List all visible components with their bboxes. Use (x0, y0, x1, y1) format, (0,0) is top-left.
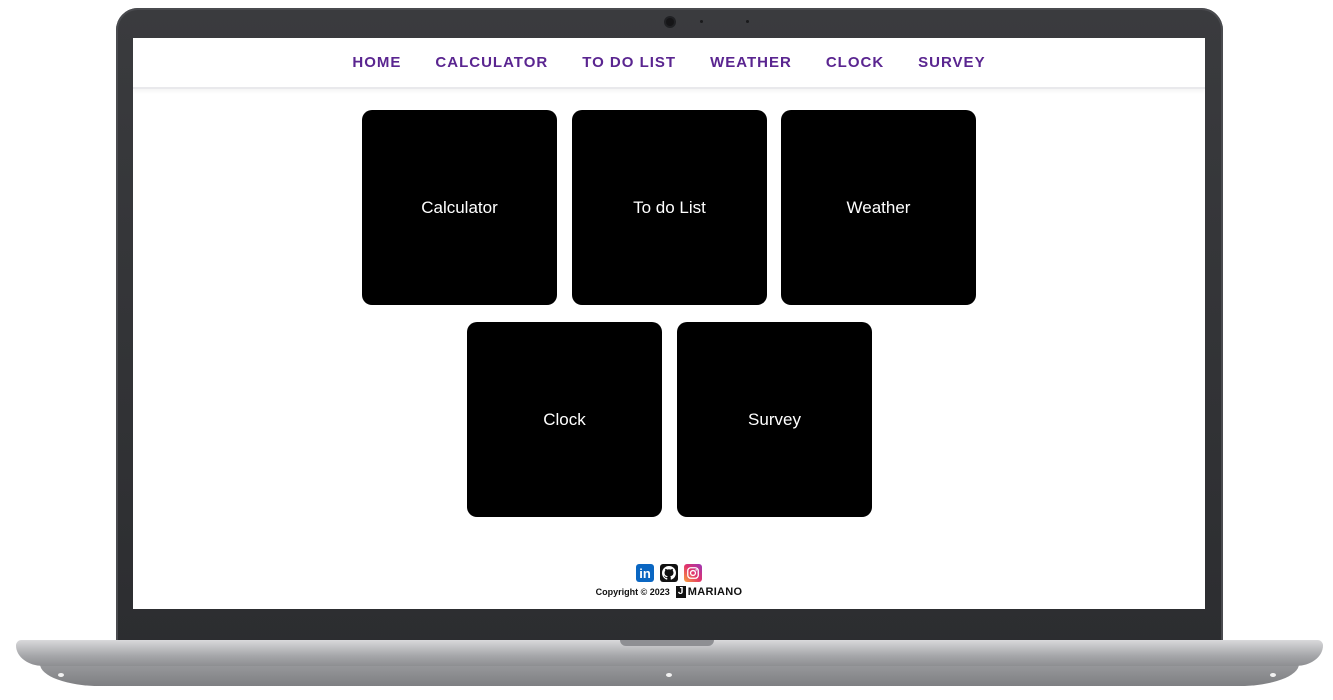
footer: in Copyright © 2023 J MARIANO (133, 564, 1205, 609)
tile-label: Survey (748, 409, 801, 429)
nav-link-weather[interactable]: WEATHER (710, 54, 792, 71)
browser-screen: HOME CALCULATOR TO DO LIST WEATHER CLOCK… (133, 38, 1205, 609)
navbar: HOME CALCULATOR TO DO LIST WEATHER CLOCK… (133, 38, 1205, 89)
github-icon[interactable] (660, 564, 678, 582)
linkedin-icon[interactable]: in (636, 564, 654, 582)
webcam (666, 18, 674, 26)
instagram-glyph (687, 567, 699, 579)
instagram-icon[interactable] (684, 564, 702, 582)
nav-link-survey[interactable]: SURVEY (918, 54, 985, 71)
base-foot (666, 673, 672, 677)
nav-link-to-do-list[interactable]: TO DO LIST (582, 54, 676, 71)
base-foot (1270, 673, 1276, 677)
nav-link-home[interactable]: HOME (352, 54, 401, 71)
tile-to-do-list[interactable]: To do List (572, 110, 767, 305)
base-foot (58, 673, 64, 677)
github-glyph (662, 566, 676, 580)
copyright: Copyright © 2023 J MARIANO (596, 586, 743, 598)
sensor-dot (700, 20, 703, 23)
tile-label: Weather (846, 197, 911, 217)
tile-label: Calculator (421, 197, 498, 217)
copyright-text: Copyright © 2023 (595, 587, 670, 597)
brand-name: MARIANO (687, 586, 743, 598)
tile-label: To do List (633, 197, 706, 217)
tile-calculator[interactable]: Calculator (362, 110, 557, 305)
nav-link-clock[interactable]: CLOCK (826, 54, 884, 71)
sensor-dot (746, 20, 749, 23)
hinge-notch (620, 640, 714, 646)
brand-logo: J MARIANO (675, 586, 743, 598)
tile-label: Clock (543, 409, 586, 429)
linkedin-glyph: in (639, 565, 651, 581)
tile-clock[interactable]: Clock (467, 322, 662, 517)
tile-weather[interactable]: Weather (781, 110, 976, 305)
nav-link-calculator[interactable]: CALCULATOR (435, 54, 548, 71)
tile-survey[interactable]: Survey (677, 322, 872, 517)
social-links: in (636, 564, 702, 582)
brand-logo-mark: J (675, 586, 686, 598)
